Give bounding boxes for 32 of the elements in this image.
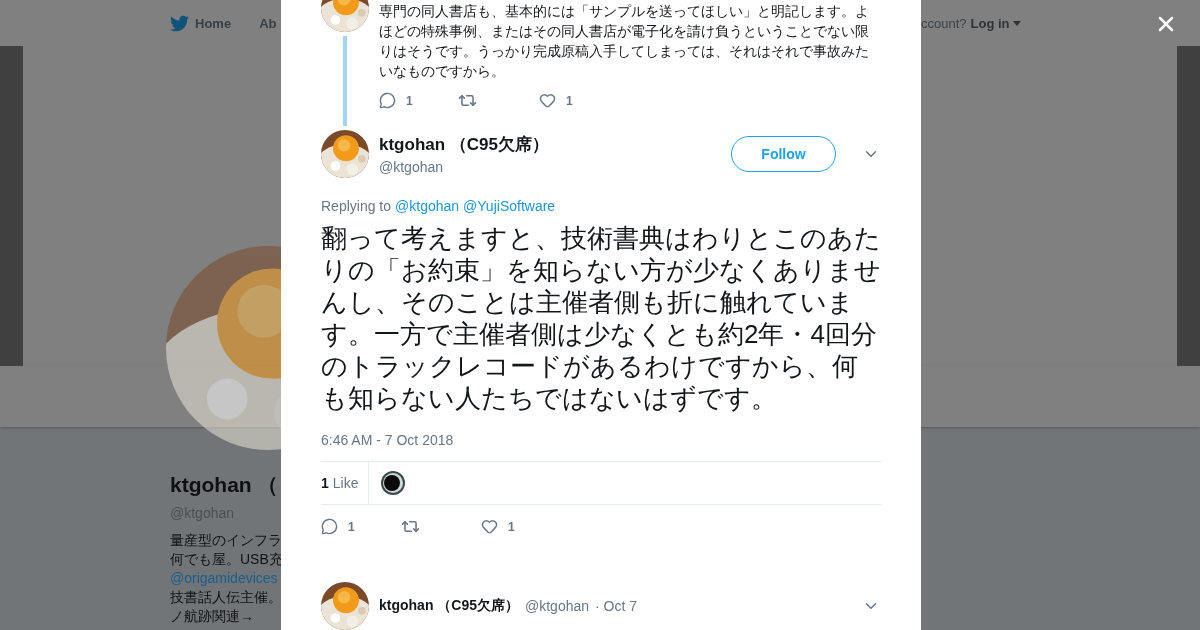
bio-line: ノ航跡関連→ xyxy=(170,607,254,626)
author-handle: @ktgohan xyxy=(525,598,590,614)
author-handle: @ktgohan xyxy=(379,159,445,175)
about-link[interactable]: Ab xyxy=(259,15,277,31)
reply-button[interactable]: 1 xyxy=(379,92,458,109)
bio-line: 量産型のインフラ xyxy=(170,531,282,550)
tweet-timestamp: 6:46 AM - 7 Oct 2018 xyxy=(321,432,455,448)
liker-avatar[interactable] xyxy=(381,471,406,495)
login-link[interactable]: Log in xyxy=(970,15,1021,31)
mention-link[interactable]: @ktgohan xyxy=(395,198,460,214)
mention-link[interactable]: @YujiSoftware xyxy=(463,198,556,214)
bird-icon xyxy=(170,13,189,33)
account-prompt: ccount? xyxy=(921,15,967,31)
author-name: ktgohan （C95欠席） xyxy=(379,134,551,156)
profile-name: ktgohan （ xyxy=(170,472,279,498)
caret-icon xyxy=(1012,20,1021,26)
author-name: ktgohan （C95欠席） xyxy=(379,597,519,615)
bio-line: 技書話人伝主催。 xyxy=(170,588,282,607)
speech-bubble-icon xyxy=(321,518,338,535)
like-count[interactable]: 1 Like xyxy=(321,462,370,504)
heart-icon xyxy=(539,92,556,109)
home-link[interactable]: Home xyxy=(170,13,232,33)
like-button[interactable]: 1 xyxy=(539,92,599,109)
heart-icon xyxy=(481,518,498,535)
tweet-text: 専門の同人書店も、基本的には「サンプルを送ってほしい」と明記します。よほどの特殊事例、またはその同人書店が電子化を請け負うということでない限りはそうです。うっかり完成原稿入手してしまっては、それはそれで事故みたいなものですから。 xyxy=(379,2,870,81)
follow-button[interactable]: Follow xyxy=(731,136,836,172)
speech-bubble-icon xyxy=(379,92,396,109)
like-button[interactable]: 1 xyxy=(481,518,541,535)
tweet-text: 翻って考えますと、技術書典はわりとこのあたりの「お約束」を知らない方が少なくありませんし、そのことは主催者側も折に触れています。一方で主催者側は少なくとも約2年・4回分のトラックレコードがあるわけですから、何も知らない人たちではないはずです。 xyxy=(321,222,881,414)
tweet-date: · Oct 7 xyxy=(595,598,638,614)
replying-label: Replying to xyxy=(321,198,392,214)
reply-button[interactable]: 1 xyxy=(321,518,401,535)
